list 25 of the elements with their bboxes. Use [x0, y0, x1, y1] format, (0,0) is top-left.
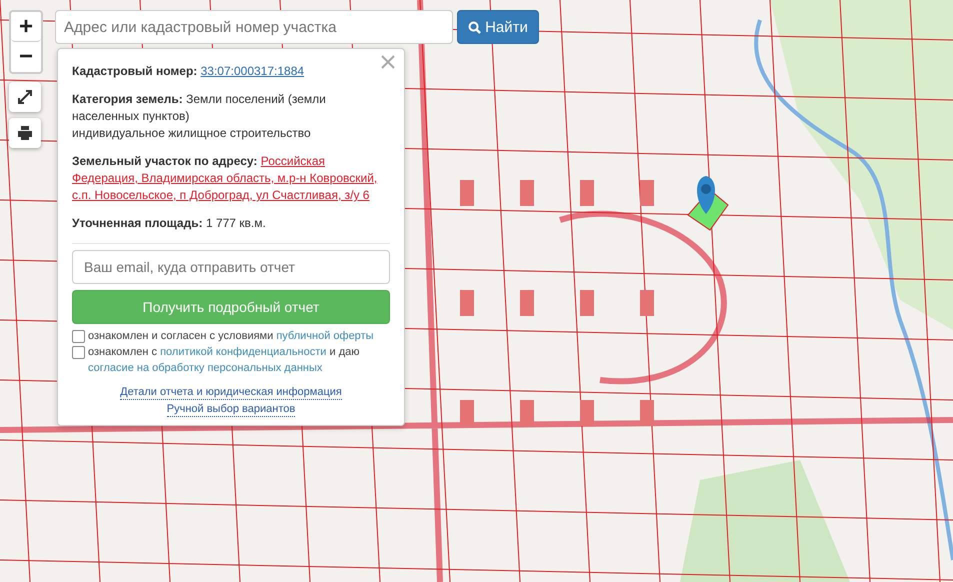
address-text: Земельный участок по адресу: Российская Федерация, Владимирская область, м.р-н Ковровский, с.п. Новосельское, п Доброград, ул Счастливая, з/у 6	[72, 153, 378, 204]
print-button[interactable]	[9, 118, 41, 148]
close-button[interactable]	[380, 55, 396, 71]
cadastral-number-link[interactable]: 33:07:000317:1884	[200, 64, 304, 78]
fullscreen-button[interactable]	[9, 82, 41, 112]
field-text: Уточненная площадь: 1 777 кв.м.	[72, 215, 267, 232]
cadastral-number-text: Кадастровый номер: 33:07:000317:1884	[72, 63, 306, 80]
find-button[interactable]: Найти	[457, 10, 539, 44]
close-icon	[381, 55, 395, 69]
consent-text: и даю	[330, 346, 360, 358]
consent-text: ознакомлен с	[88, 346, 158, 358]
expand-icon	[17, 89, 33, 105]
footer-link[interactable]: Детали отчета и юридическая информация	[120, 385, 342, 400]
printer-icon	[17, 125, 33, 141]
footer-link[interactable]: Ручной выбор вариантов	[166, 402, 296, 417]
consent-text: ознакомлен и согласен с условиями	[88, 330, 274, 342]
consent-link[interactable]: согласие на обработку персональных данных	[88, 362, 322, 374]
consent-link[interactable]: публичной оферты	[276, 330, 374, 342]
email-field[interactable]: Ваш email, куда отправить отчет	[72, 250, 390, 284]
checkbox[interactable]	[72, 330, 85, 343]
checkbox[interactable]	[72, 346, 85, 359]
search-field[interactable]: Адрес или кадастровый номер участка	[55, 10, 453, 44]
search-icon	[468, 20, 482, 34]
field-text: Категория земель: Земли поселений (земли населенных пунктов) индивидуальное жилищное строительство	[72, 91, 327, 142]
consent-link[interactable]: политикой конфиденциальности	[160, 346, 326, 358]
